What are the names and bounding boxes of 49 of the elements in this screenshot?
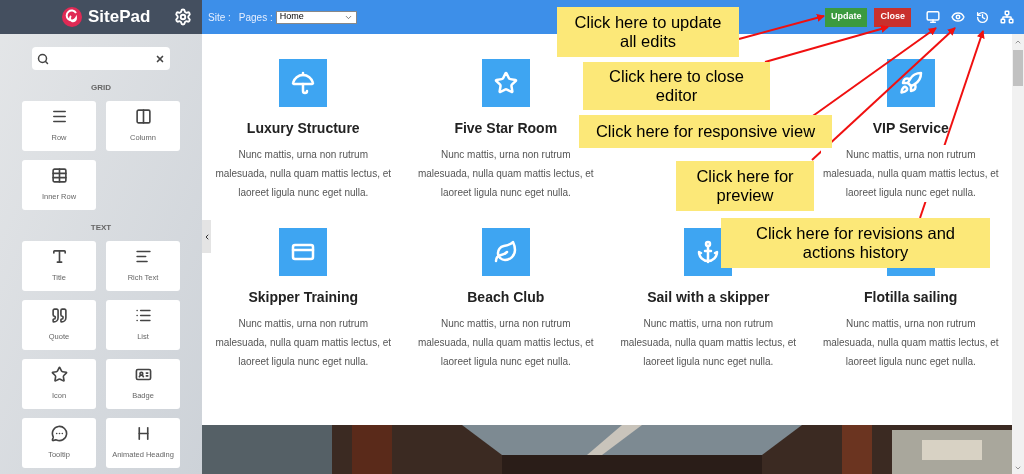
scrollbar[interactable] <box>1012 34 1024 474</box>
scrollbar-thumb[interactable] <box>1013 50 1023 86</box>
table-icon <box>50 167 68 184</box>
callout-note: Click here to close editor <box>583 62 770 110</box>
callout-note: Click here to update all edits <box>557 7 739 57</box>
feature-title: Luxury Structure <box>246 119 360 138</box>
star-icon <box>50 366 68 383</box>
feature-title: Flotilla sailing <box>864 288 958 307</box>
sitemap-icon[interactable] <box>1000 10 1014 24</box>
history-icon[interactable] <box>976 10 989 24</box>
speech-bubble-icon <box>50 425 68 442</box>
leaf-icon <box>493 240 518 264</box>
callout-note: Click here for responsive view <box>579 115 832 148</box>
feature-title: VIP Service <box>872 119 949 138</box>
clear-icon[interactable] <box>155 53 165 64</box>
columns-icon <box>134 108 152 125</box>
search-icon <box>37 52 49 65</box>
scroll-down-icon[interactable] <box>1014 464 1022 472</box>
brand-name: SitePad <box>88 6 151 29</box>
site-label: Site : <box>208 10 231 25</box>
badge-icon <box>134 366 152 383</box>
feature-title: Skipper Training <box>248 288 359 307</box>
close-button[interactable]: Close <box>874 7 911 27</box>
page-select[interactable]: Home <box>275 10 357 24</box>
search-field[interactable] <box>32 47 170 70</box>
umbrella-icon <box>291 71 316 95</box>
section-heading: GRID <box>90 82 112 94</box>
logo-icon <box>61 6 83 28</box>
rocket-icon <box>898 71 923 95</box>
text-align-icon <box>134 248 152 265</box>
section-heading: TEXT <box>89 222 113 234</box>
letter-t-icon <box>50 248 68 265</box>
feature-description: Nunc mattis, urna non rutrum malesuada, nulla quam mattis lectus, et laoreet ligula nunc eget nulla. <box>820 145 1001 202</box>
update-button[interactable]: Update <box>824 7 868 27</box>
callout-note: Click here for revisions and actions history <box>721 218 990 268</box>
feature-title: Beach Club <box>467 288 545 307</box>
feature-title: Five Star Room <box>454 119 558 138</box>
list-icon <box>134 307 152 324</box>
pages-label: Pages : <box>238 10 273 25</box>
eye-icon[interactable] <box>951 10 965 24</box>
quote-icon <box>50 307 68 324</box>
monitor-icon[interactable] <box>926 10 940 24</box>
anchor-icon <box>696 240 721 264</box>
lines-icon <box>50 108 68 125</box>
settings-icon[interactable] <box>174 8 192 26</box>
scroll-up-icon[interactable] <box>1014 38 1022 46</box>
callout-note: Click here for preview <box>676 161 814 211</box>
star-icon <box>493 71 518 95</box>
feature-title: Sail with a skipper <box>647 288 770 307</box>
